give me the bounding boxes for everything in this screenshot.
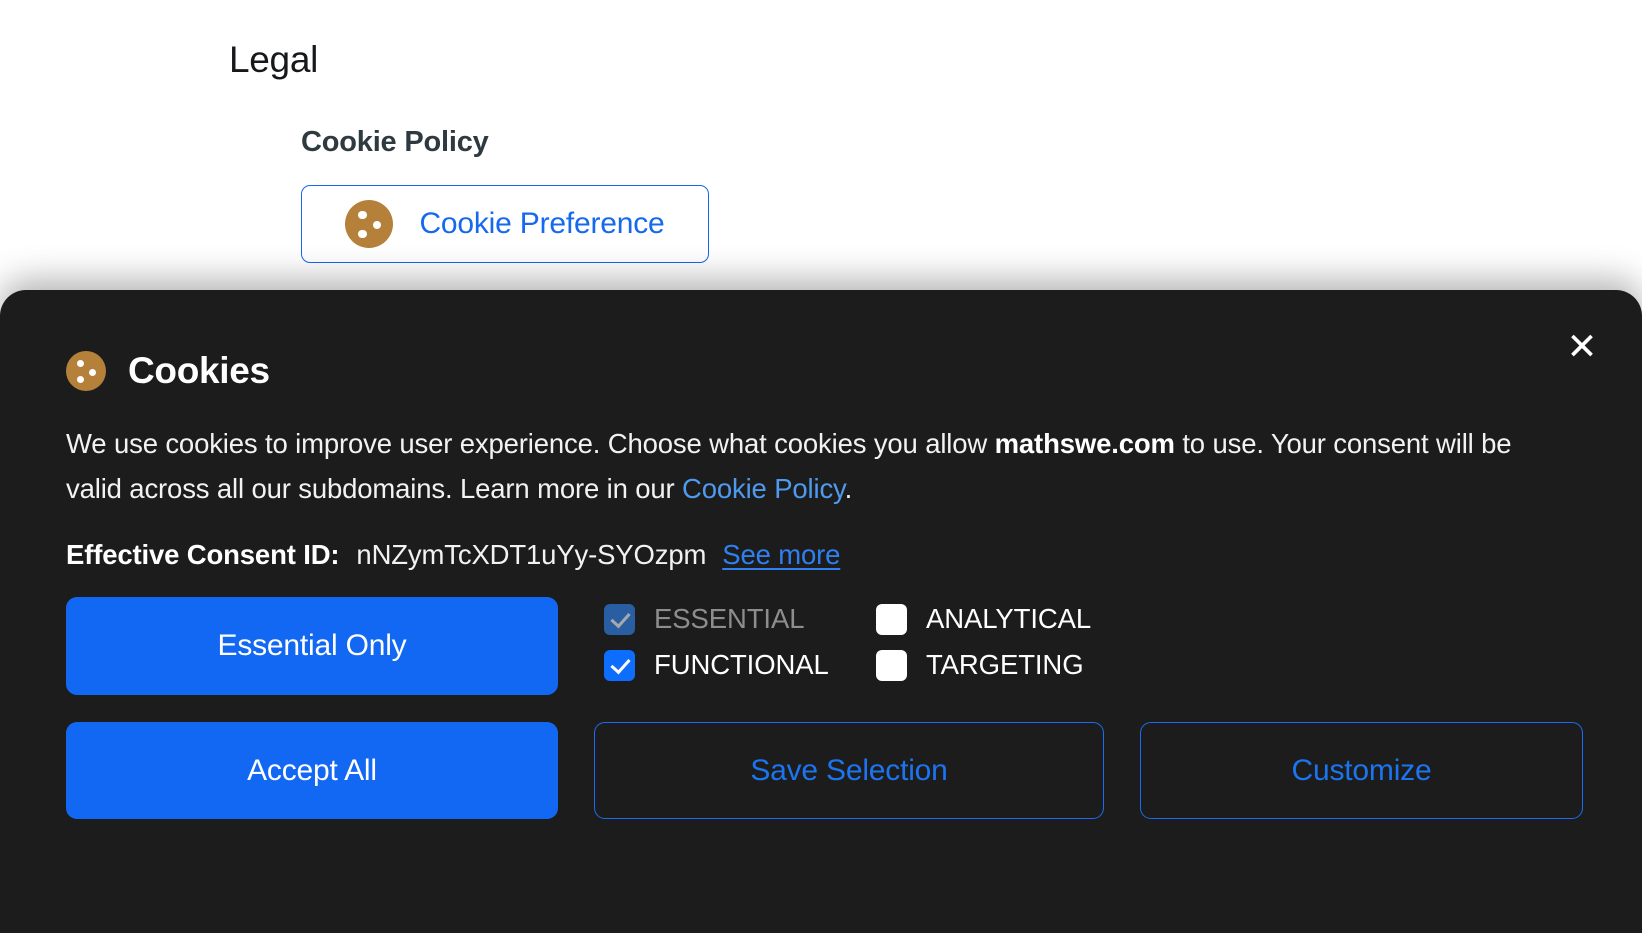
checkbox-analytical[interactable]: ANALYTICAL	[876, 603, 1091, 635]
save-selection-button[interactable]: Save Selection	[594, 722, 1104, 820]
description-part-3: .	[844, 472, 853, 504]
cookie-preference-button[interactable]: Cookie Preference	[301, 184, 709, 263]
checkbox-analytical-box[interactable]	[876, 603, 907, 635]
customize-button[interactable]: Customize	[1140, 722, 1583, 820]
page-title: Legal	[229, 39, 319, 80]
banner-description: We use cookies to improve user experienc…	[66, 422, 1546, 511]
description-part-1: We use cookies to improve user experienc…	[66, 428, 995, 459]
banner-header: Cookies	[66, 350, 1576, 392]
cookie-consent-banner: ✕ Cookies We use cookies to improve user…	[0, 290, 1642, 933]
checkbox-targeting-label: TARGETING	[926, 649, 1084, 681]
preferences-row: Essential Only ESSENTIAL ANALYTICAL FUNC…	[66, 597, 1576, 696]
close-icon[interactable]: ✕	[1558, 322, 1606, 370]
page-background: Legal Cookie Policy Cookie Preference	[0, 0, 1642, 340]
see-more-link[interactable]: See more	[722, 539, 840, 571]
consent-id-label: Effective Consent ID:	[66, 539, 340, 571]
essential-only-button[interactable]: Essential Only	[66, 597, 558, 696]
checkbox-essential[interactable]: ESSENTIAL	[604, 603, 876, 635]
banner-title: Cookies	[128, 350, 270, 391]
checkbox-targeting-box[interactable]	[876, 649, 907, 681]
effective-consent-row: Effective Consent ID: nNZymTcXDT1uYy-SYO…	[66, 539, 1576, 571]
checkbox-targeting[interactable]: TARGETING	[876, 649, 1091, 681]
description-domain: mathswe.com	[994, 428, 1175, 459]
cookie-category-grid: ESSENTIAL ANALYTICAL FUNCTIONAL TARGETIN…	[604, 597, 1091, 681]
checkbox-functional-label: FUNCTIONAL	[654, 649, 829, 681]
banner-actions: Accept All Save Selection Customize	[66, 722, 1583, 820]
cookie-icon	[66, 351, 106, 391]
consent-id-value: nNZymTcXDT1uYy-SYOzpm	[356, 539, 707, 571]
accept-all-button[interactable]: Accept All	[66, 722, 558, 820]
checkbox-functional-box[interactable]	[604, 649, 635, 681]
checkbox-analytical-label: ANALYTICAL	[926, 603, 1092, 635]
checkbox-functional[interactable]: FUNCTIONAL	[604, 649, 876, 681]
cookie-icon	[345, 199, 394, 248]
cookie-preference-label: Cookie Preference	[419, 206, 665, 240]
cookie-policy-link[interactable]: Cookie Policy	[682, 473, 845, 504]
cookie-policy-heading: Cookie Policy	[301, 125, 489, 158]
checkbox-essential-label: ESSENTIAL	[654, 603, 805, 635]
checkbox-essential-box[interactable]	[604, 603, 635, 635]
